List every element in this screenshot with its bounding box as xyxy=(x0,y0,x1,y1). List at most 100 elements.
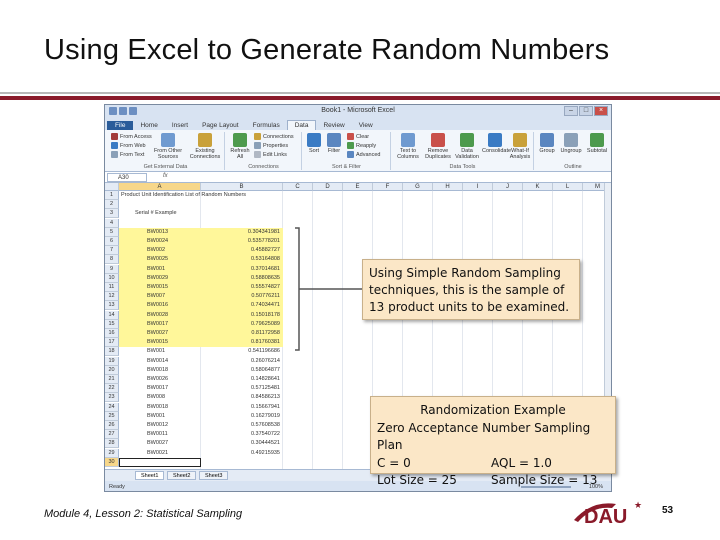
cell-random-number[interactable]: 0.15018178 xyxy=(201,311,280,320)
cell-unit-id[interactable]: BW007 xyxy=(147,292,165,301)
connections-button[interactable]: Connections xyxy=(254,133,294,140)
cell-random-number[interactable]: 0.58808635 xyxy=(201,274,280,283)
ungroup-button[interactable]: Ungroup xyxy=(559,133,583,154)
remove-duplicates-button[interactable]: Remove Duplicates xyxy=(424,133,452,160)
row-header[interactable]: 8 xyxy=(105,255,119,265)
row-header[interactable]: 22 xyxy=(105,384,119,394)
row-header[interactable]: 15 xyxy=(105,319,119,329)
cell-unit-id[interactable]: BW0013 xyxy=(147,228,168,237)
column-header-i[interactable]: I xyxy=(463,183,493,191)
cell-unit-id[interactable]: BW0011 xyxy=(147,430,168,439)
sheet-tab-1[interactable]: Sheet1 xyxy=(135,471,165,480)
cell-random-number[interactable]: 0.53164808 xyxy=(201,255,280,264)
tab-home[interactable]: Home xyxy=(133,121,164,130)
cell-unit-id[interactable]: BW0018 xyxy=(147,366,168,375)
cell-random-number[interactable]: 0.304341981 xyxy=(201,228,280,237)
column-header-b[interactable]: B xyxy=(201,183,283,191)
row-header[interactable]: 14 xyxy=(105,310,119,320)
text-to-columns-button[interactable]: Text to Columns xyxy=(394,133,422,160)
cell-random-number[interactable]: 0.16279019 xyxy=(201,412,280,421)
column-header-j[interactable]: J xyxy=(493,183,523,191)
cell-unit-id[interactable]: BW002 xyxy=(147,246,165,255)
cell-unit-id[interactable]: BW0024 xyxy=(147,237,168,246)
row-header[interactable]: 30 xyxy=(105,457,119,467)
properties-button[interactable]: Properties xyxy=(254,142,288,149)
row-header[interactable]: 9 xyxy=(105,264,119,274)
cell-random-number[interactable]: 0.81760381 xyxy=(201,338,280,347)
row-header[interactable]: 3 xyxy=(105,209,119,219)
row-header[interactable]: 7 xyxy=(105,246,119,256)
column-header-k[interactable]: K xyxy=(523,183,553,191)
cell-unit-id[interactable]: BW0012 xyxy=(147,421,168,430)
filter-button[interactable]: Filter xyxy=(325,133,343,154)
cell-random-number[interactable]: 0.37014681 xyxy=(201,265,280,274)
column-header-h[interactable]: H xyxy=(433,183,463,191)
row-header[interactable]: 18 xyxy=(105,347,119,357)
name-box[interactable]: A30 xyxy=(107,173,147,182)
cell-random-number[interactable]: 0.55574827 xyxy=(201,283,280,292)
edit-links-button[interactable]: Edit Links xyxy=(254,151,287,158)
cell-unit-id[interactable]: BW001 xyxy=(147,347,165,356)
row-header[interactable]: 2 xyxy=(105,200,119,210)
cell-random-number[interactable]: 0.45882727 xyxy=(201,246,280,255)
tab-formulas[interactable]: Formulas xyxy=(246,121,287,130)
cell-unit-id[interactable]: BW0027 xyxy=(147,439,168,448)
subtotal-button[interactable]: Subtotal xyxy=(585,133,609,154)
row-header[interactable]: 21 xyxy=(105,375,119,384)
from-text-button[interactable]: From Text xyxy=(111,151,144,158)
cell-unit-id[interactable]: BW0014 xyxy=(147,357,168,366)
cell-random-number[interactable]: 0.14828641 xyxy=(201,375,280,384)
row-header[interactable]: 19 xyxy=(105,356,119,366)
row-header[interactable]: 10 xyxy=(105,273,119,283)
from-other-sources-button[interactable]: From Other Sources xyxy=(151,133,185,160)
column-header-g[interactable]: G xyxy=(403,183,433,191)
row-header[interactable]: 1 xyxy=(105,191,119,200)
tab-file[interactable]: File xyxy=(107,121,134,130)
tab-data[interactable]: Data xyxy=(286,120,317,130)
row-header[interactable]: 6 xyxy=(105,237,119,246)
cell-random-number[interactable]: 0.30444521 xyxy=(201,439,280,448)
select-all-corner[interactable] xyxy=(105,183,119,191)
fx-label[interactable]: fx xyxy=(163,173,168,179)
tab-insert[interactable]: Insert xyxy=(165,121,195,130)
cell-unit-id[interactable]: BW0017 xyxy=(147,320,168,329)
cell-unit-id[interactable]: BW001 xyxy=(147,265,165,274)
maximize-button[interactable]: □ xyxy=(579,106,593,116)
clear-button[interactable]: Clear xyxy=(347,133,369,140)
existing-connections-button[interactable]: Existing Connections xyxy=(187,133,223,160)
row-header[interactable]: 20 xyxy=(105,365,119,375)
cell-random-number[interactable]: 0.49215935 xyxy=(201,449,280,458)
tab-view[interactable]: View xyxy=(352,121,380,130)
row-header[interactable]: 12 xyxy=(105,292,119,302)
cell-random-number[interactable]: 0.541196686 xyxy=(201,347,280,356)
row-header[interactable]: 16 xyxy=(105,329,119,338)
cell-unit-id[interactable]: BW0021 xyxy=(147,449,168,458)
cell-random-number[interactable]: 0.84586213 xyxy=(201,393,280,402)
data-validation-button[interactable]: Data Validation xyxy=(454,133,480,160)
refresh-all-button[interactable]: Refresh All xyxy=(228,133,252,160)
row-header[interactable]: 4 xyxy=(105,218,119,228)
cell-unit-id[interactable]: BW0025 xyxy=(147,255,168,264)
row-header[interactable]: 13 xyxy=(105,301,119,311)
row-header[interactable]: 26 xyxy=(105,421,119,430)
cell-random-number[interactable]: 0.58064877 xyxy=(201,366,280,375)
sheet-heading[interactable]: Product Unit Identification List of Rand… xyxy=(121,191,246,200)
what-if-analysis-button[interactable]: What-If Analysis xyxy=(508,133,532,160)
cell-unit-id[interactable]: BW0015 xyxy=(147,283,168,292)
cell-unit-id[interactable]: BW008 xyxy=(147,393,165,402)
column-header-e[interactable]: E xyxy=(343,183,373,191)
column-header-d[interactable]: D xyxy=(313,183,343,191)
cell-random-number[interactable]: 0.535778201 xyxy=(201,237,280,246)
cell-unit-id[interactable]: BW0018 xyxy=(147,403,168,412)
column-header-a[interactable]: A xyxy=(119,183,201,191)
cell-random-number[interactable]: 0.81172958 xyxy=(201,329,280,338)
cell-random-number[interactable]: 0.57125481 xyxy=(201,384,280,393)
cell-random-number[interactable]: 0.15667941 xyxy=(201,403,280,412)
cell-unit-id[interactable]: BW0029 xyxy=(147,274,168,283)
tab-page-layout[interactable]: Page Layout xyxy=(195,121,246,130)
cell-unit-id[interactable]: BW0027 xyxy=(147,329,168,338)
column-header-l[interactable]: L xyxy=(553,183,583,191)
advanced-button[interactable]: Advanced xyxy=(347,151,380,158)
sheet-subheading[interactable]: Serial # Example xyxy=(135,209,177,218)
from-access-button[interactable]: From Access xyxy=(111,133,152,140)
